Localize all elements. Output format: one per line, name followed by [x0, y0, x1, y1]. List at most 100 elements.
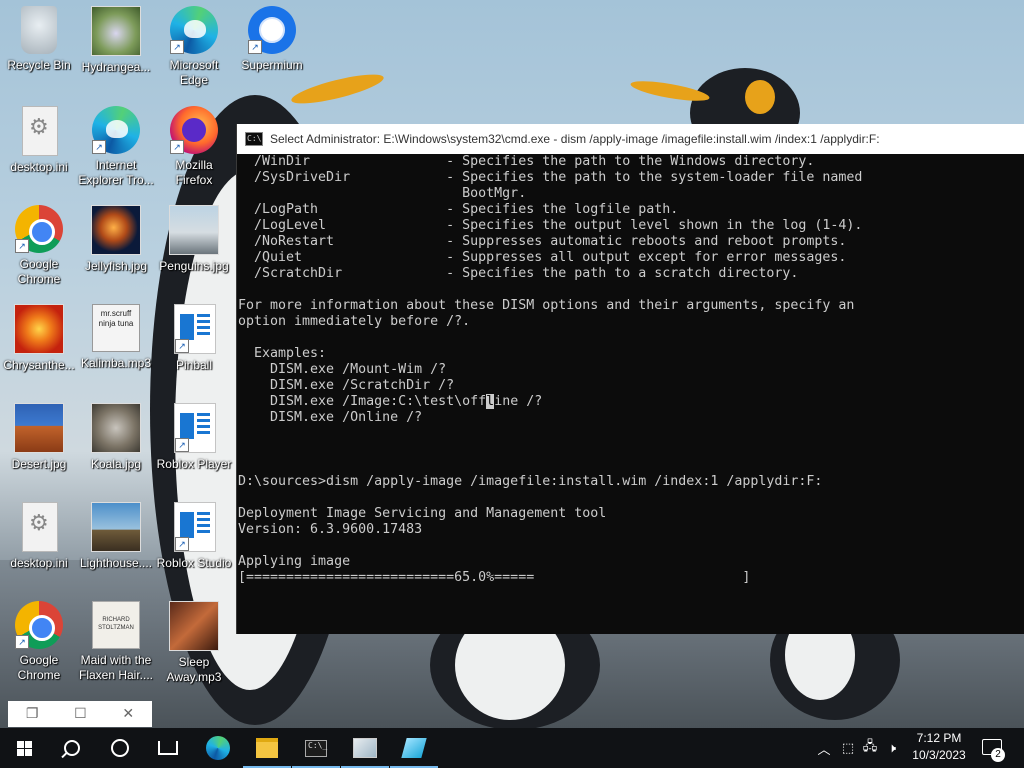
icon-label: Kalimba.mp3 [80, 356, 152, 370]
shortcut-arrow-icon: ↗ [175, 537, 189, 551]
desktop-icon-recycle-bin[interactable]: Recycle Bin [1, 0, 77, 73]
camera-icon: ⬚ [841, 740, 855, 756]
album-art-icon: mr.scruff ninja tuna [92, 304, 140, 352]
desktop-icon-lighthouse[interactable]: Lighthouse.... [78, 496, 154, 571]
icon-label: Pinball [175, 358, 213, 372]
desktop-icon-pinball[interactable]: ↗ Pinball [156, 298, 232, 373]
minimized-window-controls[interactable]: ❐ ☐ ✕ [8, 701, 152, 727]
desktop-icon-koala[interactable]: Koala.jpg [78, 397, 154, 472]
restore-icon[interactable]: ❐ [26, 706, 39, 722]
taskbar-app-cmd[interactable]: C:\_ [292, 728, 340, 768]
shortcut-arrow-icon: ↗ [175, 438, 189, 452]
penguin-right-beak [629, 77, 711, 105]
shortcut-arrow-icon: ↗ [175, 339, 189, 353]
chrome-icon: ↗ [15, 601, 63, 649]
taskbar-app-file-explorer[interactable] [243, 728, 291, 768]
desktop-icon-penguins[interactable]: Penguins.jpg [156, 199, 232, 274]
penguin-left-beak [289, 68, 386, 110]
action-center-button[interactable]: 2 [980, 736, 1005, 762]
tray-network[interactable]: 🖧 [860, 728, 880, 768]
image-thumbnail-icon [91, 205, 141, 255]
shortcut-arrow-icon: ↗ [15, 239, 29, 253]
app-window-icon: ↗ [174, 502, 216, 552]
icon-label: Jellyfish.jpg [84, 259, 148, 273]
desktop-icon-desktop-ini-2[interactable]: desktop.ini [1, 496, 77, 571]
search-button[interactable] [48, 728, 96, 768]
windows-logo-icon [16, 740, 32, 756]
desktop-icon-microsoft-edge[interactable]: ↗ Microsoft Edge [156, 0, 232, 88]
desktop-icon-hydrangea[interactable]: Hydrangea... [78, 0, 154, 75]
internet-explorer-icon: ↗ [92, 106, 140, 154]
desktop-icon-google-chrome-2[interactable]: ↗ Google Chrome [1, 595, 77, 683]
settings-file-icon [22, 106, 58, 156]
shortcut-arrow-icon: ↗ [15, 635, 29, 649]
volume-muted-icon: 🕨 [887, 740, 897, 756]
image-thumbnail-icon [91, 502, 141, 552]
cmd-icon: C:\_ [305, 739, 327, 757]
notification-count-badge: 2 [991, 748, 1005, 762]
desktop-icon-sleep-away[interactable]: Sleep Away.mp3 [156, 595, 232, 685]
icon-label: Sleep Away.mp3 [166, 655, 222, 684]
desktop-icon-google-chrome[interactable]: ↗ Google Chrome [1, 199, 77, 287]
task-view-icon [158, 741, 178, 755]
clock-time: 7:12 PM [916, 731, 962, 745]
network-icon: 🖧 [862, 739, 878, 754]
supermium-icon: ↗ [248, 6, 296, 54]
cmd-window[interactable]: C:\ Select Administrator: E:\Windows\sys… [236, 124, 1024, 634]
taskbar-app-image-viewer[interactable] [341, 728, 389, 768]
console-output[interactable]: /WinDir - Specifies the path to the Wind… [237, 154, 862, 586]
desktop-icon-supermium[interactable]: ↗ Supermium [234, 0, 310, 73]
maximize-icon[interactable]: ☐ [74, 706, 87, 722]
desktop-icon-maid-with-the-flaxen-hair[interactable]: RICHARD STOLTZMAN Maid with the Flaxen H… [78, 595, 154, 683]
image-thumbnail-icon [14, 403, 64, 453]
cortana-icon [111, 739, 129, 757]
show-hidden-icons-button[interactable]: ︿ [814, 728, 834, 768]
edge-icon [206, 736, 230, 760]
icon-label: Maid with the Flaxen Hair.... [78, 653, 154, 682]
icon-label: Koala.jpg [90, 457, 142, 471]
edge-icon: ↗ [170, 6, 218, 54]
icon-label: Google Chrome [17, 257, 61, 286]
shortcut-arrow-icon: ↗ [170, 140, 184, 154]
clock-date: 10/3/2023 [912, 748, 966, 762]
taskbar-app-pen[interactable] [390, 728, 438, 768]
image-thumbnail-icon [169, 205, 219, 255]
cmd-app-icon: C:\ [245, 132, 263, 146]
icon-label: Lighthouse.... [79, 556, 153, 570]
icon-label: Hydrangea... [81, 60, 151, 74]
console-text-before-cursor: /WinDir - Specifies the path to the Wind… [238, 154, 863, 409]
cortana-button[interactable] [96, 728, 144, 768]
chevron-up-icon: ︿ [817, 742, 831, 758]
desktop-icon-desert[interactable]: Desert.jpg [1, 397, 77, 472]
app-window-icon: ↗ [174, 403, 216, 453]
icon-label: Recycle Bin [7, 58, 71, 72]
desktop-icon-roblox-studio[interactable]: ↗ Roblox Studio [156, 496, 232, 571]
image-thumbnail-icon [14, 304, 64, 354]
task-view-button[interactable] [144, 728, 192, 768]
icon-label: Supermium [241, 58, 303, 72]
firefox-icon: ↗ [170, 106, 218, 154]
icon-label: Mozilla Firefox [175, 158, 213, 187]
desktop-icon-chrysanthemum[interactable]: Chrysanthe... [1, 298, 77, 373]
desktop-icon-internet-explorer[interactable]: ↗ Internet Explorer Tro... [78, 100, 154, 188]
text-cursor: l [486, 394, 495, 409]
tray-volume[interactable]: 🕨 [882, 728, 902, 768]
image-thumbnail-icon [91, 403, 141, 453]
desktop-icon-jellyfish[interactable]: Jellyfish.jpg [78, 199, 154, 274]
taskbar-clock[interactable]: 7:12 PM 10/3/2023 [904, 730, 974, 764]
desktop-icon-kalimba[interactable]: mr.scruff ninja tuna Kalimba.mp3 [78, 298, 154, 371]
start-button[interactable] [0, 728, 48, 768]
tray-meet-now[interactable]: ⬚ [838, 728, 858, 768]
taskbar-app-edge[interactable] [194, 728, 242, 768]
icon-label: desktop.ini [10, 160, 68, 174]
cmd-title-bar[interactable]: C:\ Select Administrator: E:\Windows\sys… [237, 124, 1024, 154]
penguin-right-ear [745, 80, 775, 114]
desktop-icon-mozilla-firefox[interactable]: ↗ Mozilla Firefox [156, 100, 232, 188]
shortcut-arrow-icon: ↗ [170, 40, 184, 54]
desktop-icon-roblox-player[interactable]: ↗ Roblox Player [156, 397, 232, 472]
close-icon[interactable]: ✕ [122, 706, 134, 722]
album-art-icon: RICHARD STOLTZMAN [92, 601, 140, 649]
icon-label: Roblox Studio [156, 556, 232, 570]
desktop-icon-desktop-ini[interactable]: desktop.ini [1, 100, 77, 175]
icon-label: Internet Explorer Tro... [78, 158, 154, 187]
